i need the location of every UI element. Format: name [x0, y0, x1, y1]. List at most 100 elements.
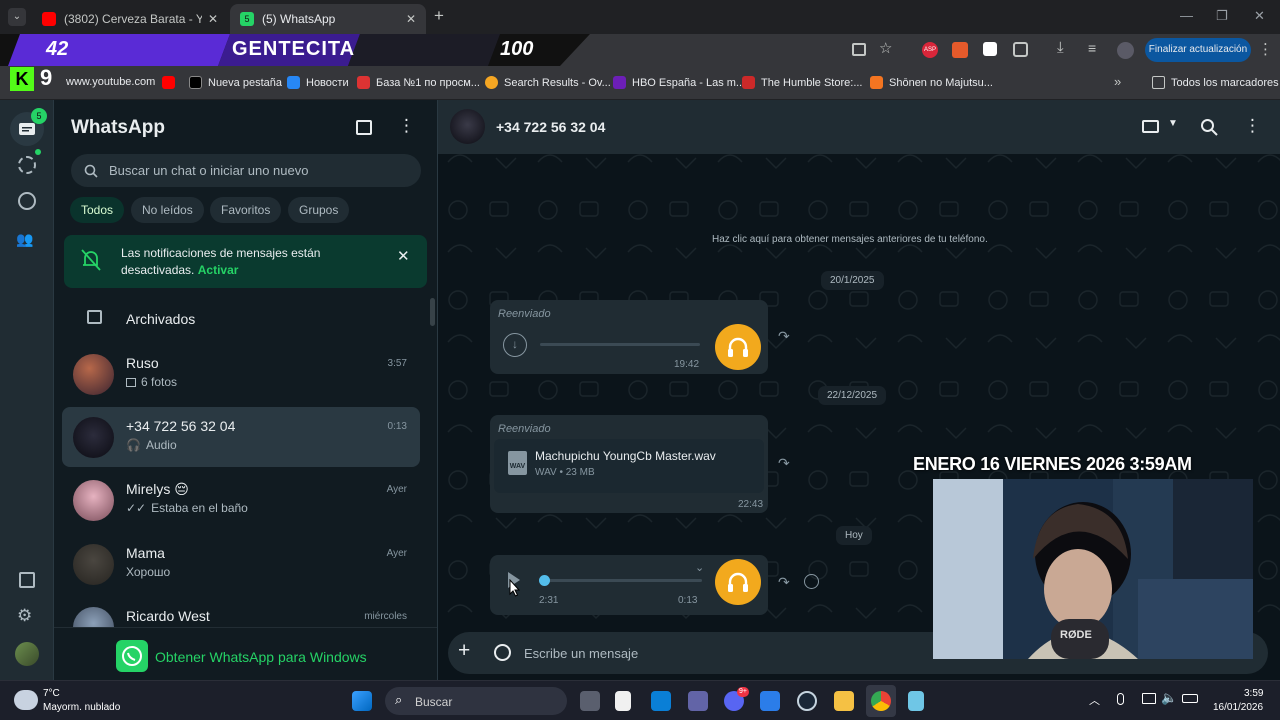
- network-icon[interactable]: [1142, 693, 1156, 704]
- close-icon[interactable]: ✕: [208, 12, 218, 26]
- new-chat-icon[interactable]: [356, 120, 372, 135]
- chat-row-ruso[interactable]: Ruso 6 fotos 3:57: [62, 344, 420, 404]
- tab-whatsapp[interactable]: 5 (5) WhatsApp ✕: [230, 4, 426, 34]
- profile-avatar[interactable]: [15, 642, 39, 666]
- file-card[interactable]: WAV Machupichu YoungCb Master.wav WAV • …: [494, 439, 764, 493]
- communities-icon[interactable]: 👥: [16, 231, 33, 248]
- emoji-react-icon[interactable]: [804, 574, 819, 589]
- battery-icon[interactable]: [1182, 694, 1198, 703]
- settings-icon[interactable]: ⚙: [17, 606, 32, 626]
- extension-diamond-icon[interactable]: [983, 42, 997, 56]
- sticker-icon[interactable]: [494, 644, 511, 661]
- forward-icon[interactable]: ↷: [778, 328, 790, 345]
- extensions-icon[interactable]: [1013, 42, 1028, 57]
- audio-progress-track[interactable]: [540, 343, 700, 346]
- weather-icon[interactable]: [14, 690, 38, 710]
- tab-youtube[interactable]: (3802) Cerveza Barata - YouTube ✕: [32, 4, 228, 34]
- media-icon[interactable]: [19, 572, 35, 588]
- older-messages-notice[interactable]: Haz clic aquí para obtener mensajes ante…: [703, 230, 997, 249]
- mail-icon[interactable]: [651, 691, 671, 711]
- contact-name[interactable]: +34 722 56 32 04: [496, 119, 605, 135]
- chevron-down-icon[interactable]: ⌄: [695, 561, 704, 574]
- forward-icon[interactable]: ↷: [778, 574, 790, 591]
- audio-progress-knob[interactable]: [539, 575, 550, 586]
- bookmark-yt-icon[interactable]: [162, 76, 181, 89]
- task-view-icon[interactable]: [580, 691, 600, 711]
- status-icon[interactable]: [18, 156, 36, 174]
- bookmark-youtube[interactable]: www.youtube.com: [66, 76, 155, 88]
- bookmark-hbo[interactable]: HBO España - Las m...: [613, 76, 745, 89]
- star-icon[interactable]: ☆: [879, 39, 892, 57]
- extension-asp-icon[interactable]: ASP: [922, 42, 938, 58]
- audio-progress-track[interactable]: [540, 579, 702, 582]
- attach-plus-icon[interactable]: +: [458, 639, 470, 663]
- video-call-icon[interactable]: [1142, 120, 1159, 133]
- chat-name: Mirelys 😔: [126, 481, 189, 497]
- bookmark-news[interactable]: Новости: [287, 76, 349, 89]
- store-icon[interactable]: [760, 691, 780, 711]
- chat-row-mama[interactable]: Mama Хорошо Ayer: [62, 534, 420, 594]
- menu-icon[interactable]: ⋮: [1244, 116, 1261, 136]
- forwarded-label: Reenviado: [498, 423, 551, 435]
- download-icon[interactable]: ⤓: [1057, 39, 1064, 56]
- filter-todos[interactable]: Todos: [70, 197, 125, 223]
- channels-icon[interactable]: [18, 192, 36, 210]
- media-control-icon[interactable]: ≡: [1088, 40, 1096, 56]
- more-bookmarks-icon[interactable]: »: [1114, 74, 1121, 89]
- download-banner[interactable]: Obtener WhatsApp para Windows: [54, 627, 437, 680]
- audio-message[interactable]: ⌄ 2:31 0:13: [490, 555, 768, 615]
- filter-favoritos[interactable]: Favoritos: [210, 197, 282, 223]
- maximize-icon[interactable]: ❐: [1216, 8, 1228, 24]
- message-input[interactable]: Escribe un mensaje: [524, 646, 638, 661]
- bookmark-shonen[interactable]: Shōnen no Majutsu...: [870, 76, 993, 89]
- search-icon[interactable]: [1200, 118, 1218, 136]
- taskbar-search[interactable]: ⌕ Buscar: [385, 687, 567, 715]
- chat-row-current[interactable]: +34 722 56 32 04 🎧 Audio 0:13: [62, 407, 420, 467]
- contact-avatar[interactable]: [450, 109, 485, 144]
- close-icon[interactable]: ✕: [406, 12, 416, 26]
- file-icon[interactable]: [615, 691, 631, 711]
- volume-icon[interactable]: 🔈: [1161, 690, 1177, 706]
- download-icon[interactable]: ↓: [503, 333, 527, 357]
- filter-grupos[interactable]: Grupos: [288, 197, 350, 223]
- chat-row-ricardo[interactable]: Ricardo West miércoles: [62, 597, 420, 627]
- bookmark-baza[interactable]: База №1 по просм...: [357, 76, 480, 89]
- chat-row-mirelys[interactable]: Mirelys 😔 ✓✓ Estaba en el baño Ayer: [62, 470, 420, 530]
- update-button[interactable]: Finalizar actualización: [1145, 38, 1251, 62]
- minimize-icon[interactable]: —: [1180, 8, 1193, 23]
- search-input[interactable]: Buscar un chat o iniciar uno nuevo: [71, 154, 421, 187]
- bookmark-humble[interactable]: The Humble Store:...: [742, 76, 863, 89]
- forwarded-audio-message[interactable]: Reenviado ↓ 19:42: [490, 300, 768, 374]
- tray-chevron-icon[interactable]: ︿: [1089, 692, 1100, 708]
- all-bookmarks[interactable]: Todos los marcadores: [1152, 76, 1279, 89]
- forwarded-file-message[interactable]: Reenviado WAV Machupichu YoungCb Master.…: [490, 415, 768, 513]
- close-window-icon[interactable]: ✕: [1254, 8, 1265, 24]
- profile-avatar[interactable]: [1117, 42, 1134, 59]
- filter-no-leidos[interactable]: No leídos: [131, 197, 204, 223]
- chat-preview: ✓✓ Estaba en el baño: [126, 501, 248, 515]
- menu-icon[interactable]: ⋮: [398, 116, 415, 136]
- notepad-icon[interactable]: [908, 691, 924, 711]
- notification-activate-link[interactable]: Activar: [198, 263, 239, 277]
- archived-row[interactable]: Archivados: [54, 300, 424, 338]
- steam-icon[interactable]: [797, 691, 817, 711]
- bookmark-search-results[interactable]: Search Results - Ov...: [485, 76, 611, 89]
- microphone-icon[interactable]: [1117, 693, 1124, 705]
- explorer-icon[interactable]: [834, 691, 854, 711]
- bookmark-new-tab[interactable]: Nueva pestaña: [189, 76, 282, 89]
- chevron-down-icon[interactable]: ▼: [1168, 118, 1178, 129]
- teams-icon[interactable]: [688, 691, 708, 711]
- windows-start-icon[interactable]: [352, 691, 372, 711]
- new-tab-button[interactable]: +: [434, 6, 444, 26]
- menu-icon[interactable]: ⋮: [1258, 40, 1273, 58]
- scrollbar[interactable]: [430, 298, 435, 326]
- tab-search-button[interactable]: ⌄: [8, 8, 26, 26]
- chrome-active[interactable]: [866, 685, 896, 717]
- clock-date[interactable]: 16/01/2026: [1213, 702, 1263, 713]
- extension-fox-icon[interactable]: [952, 42, 968, 58]
- forward-icon[interactable]: ↷: [778, 455, 790, 472]
- clock-time[interactable]: 3:59: [1244, 688, 1263, 699]
- install-icon[interactable]: [852, 43, 866, 56]
- chat-time: 0:13: [387, 421, 407, 432]
- close-icon[interactable]: ✕: [397, 247, 410, 265]
